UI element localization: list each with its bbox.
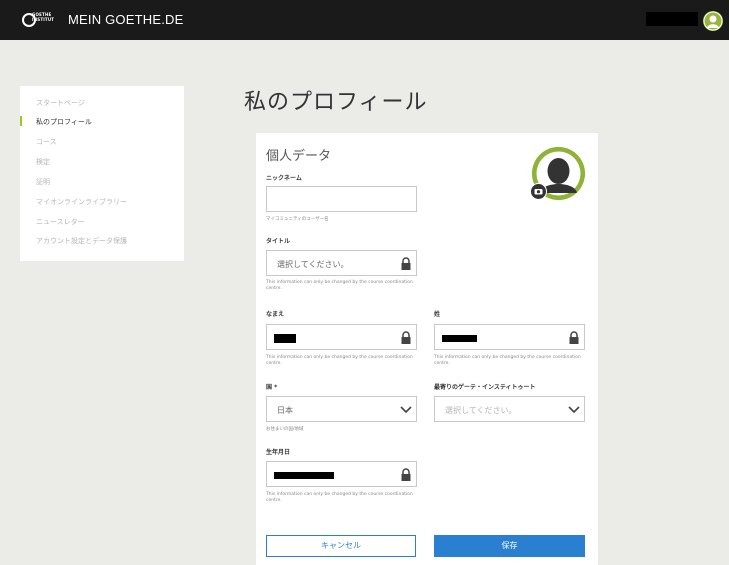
lock-icon: [569, 331, 579, 344]
site-title[interactable]: MEIN GOETHE.DE: [68, 12, 183, 27]
lock-icon: [401, 331, 411, 344]
lock-icon: [401, 468, 411, 481]
first-name-input[interactable]: [266, 324, 417, 350]
first-name-hint: This information can only be changed by …: [266, 355, 413, 366]
last-name-hint: This information can only be changed by …: [434, 355, 581, 366]
sidebar-item-courses[interactable]: コース: [36, 137, 57, 147]
birthdate-input[interactable]: [266, 461, 417, 487]
sidebar-item-start[interactable]: スタートページ: [36, 98, 85, 108]
last-name-redacted: [442, 335, 477, 342]
title-hint: This information can only be changed by …: [266, 280, 413, 291]
user-silhouette-icon: [703, 11, 723, 31]
sidebar-item-account-settings[interactable]: アカウント設定とデータ保護: [36, 236, 127, 246]
first-name-redacted: [274, 334, 296, 343]
first-name-label: なまえ: [266, 311, 285, 318]
country-select[interactable]: 日本: [266, 396, 417, 422]
sidebar-nav: スタートページ 私のプロフィール コース 検定 証明 マイオンラインライブラリー…: [20, 86, 184, 261]
country-label: 国 *: [266, 384, 278, 391]
institute-placeholder: 選択してください。: [445, 406, 517, 415]
lock-icon: [401, 257, 411, 270]
title-placeholder: 選択してください。: [277, 260, 349, 269]
top-bar: GOETHE INSTITUT MEIN GOETHE.DE: [0, 0, 729, 40]
nickname-input[interactable]: [266, 186, 417, 212]
save-button[interactable]: 保存: [434, 535, 585, 557]
birthdate-redacted: [274, 472, 334, 479]
cancel-button[interactable]: キャンセル: [266, 535, 416, 557]
section-title: 個人データ: [266, 149, 332, 164]
last-name-label: 姓: [434, 311, 441, 318]
birthdate-hint: This information can only be changed by …: [266, 492, 413, 503]
logo-wordmark: GOETHE INSTITUT: [32, 12, 55, 22]
nickname-hint: マイコミュニティのユーザー名: [266, 217, 329, 222]
nickname-label: ニックネーム: [266, 175, 302, 182]
page-title: 私のプロフィール: [244, 90, 428, 115]
sidebar-item-certificates[interactable]: 証明: [36, 177, 50, 187]
title-select[interactable]: 選択してください。: [266, 250, 417, 276]
sidebar-item-online-library[interactable]: マイオンラインライブラリー: [36, 197, 127, 207]
institute-label: 最寄りのゲーテ・インスティトゥート: [434, 384, 536, 391]
active-indicator: [20, 116, 22, 126]
institute-select[interactable]: 選択してください。: [434, 396, 585, 422]
profile-card: 個人データ ニックネーム マイコミュニティのユーザー名 タイトル 選択してくださ…: [256, 133, 598, 565]
sidebar-item-newsletter[interactable]: ニュースレター: [36, 217, 85, 227]
chevron-down-icon: [400, 406, 412, 414]
country-value: 日本: [277, 406, 293, 415]
birthdate-label: 生年月日: [266, 449, 291, 456]
user-name-redacted[interactable]: [646, 12, 698, 26]
title-label: タイトル: [266, 238, 291, 245]
camera-icon[interactable]: [530, 183, 547, 200]
last-name-input[interactable]: [434, 324, 585, 350]
sidebar-item-exams[interactable]: 検定: [36, 157, 50, 167]
user-avatar[interactable]: [703, 11, 723, 31]
sidebar-item-profile[interactable]: 私のプロフィール: [36, 117, 92, 127]
country-hint: お住まいの国/地域: [266, 427, 304, 432]
chevron-down-icon: [568, 406, 580, 414]
